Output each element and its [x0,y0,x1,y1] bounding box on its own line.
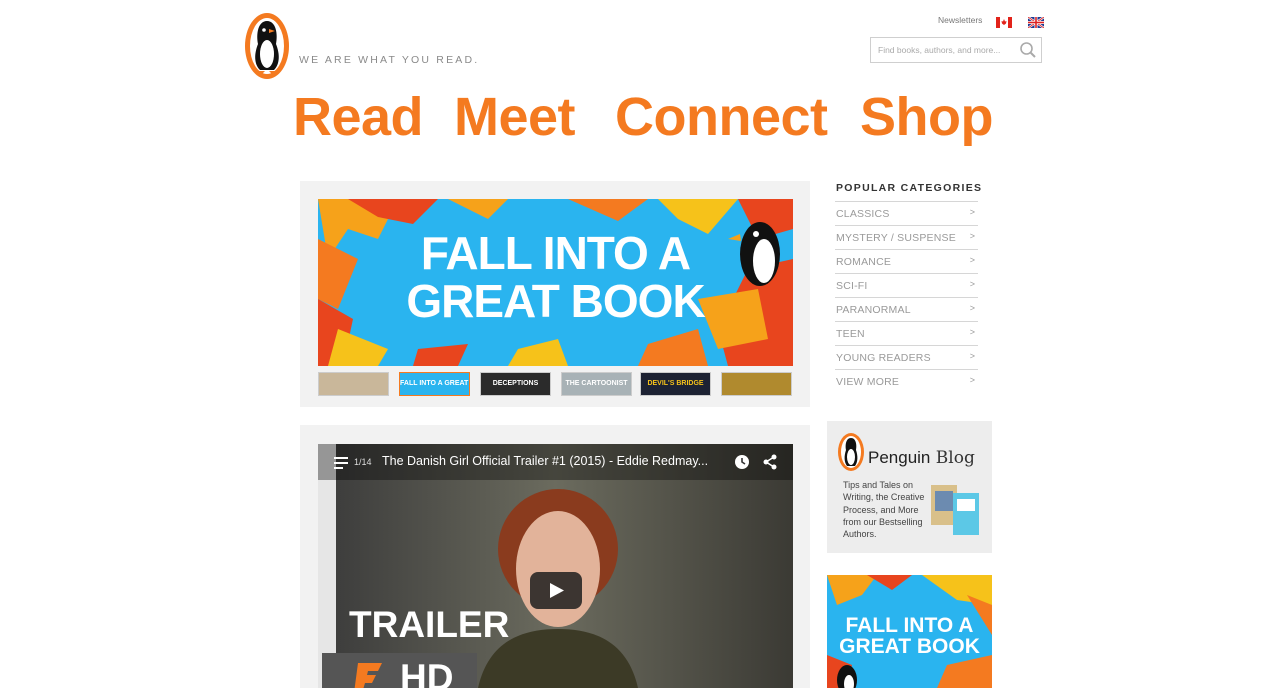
nav-meet[interactable]: Meet [454,86,576,148]
book-covers-image [931,481,981,542]
chevron-right-icon: > [969,303,975,313]
canada-flag-icon[interactable] [996,15,1012,28]
video-player[interactable]: 1/14 The Danish Girl Official Trailer #1… [318,444,793,688]
category-classics[interactable]: CLASSICS > [835,202,978,226]
chevron-right-icon: > [969,375,975,385]
categories-heading: POPULAR CATEGORIES [836,182,983,194]
category-sci-fi[interactable]: SCI-FI > [835,274,978,298]
search-box [870,37,1042,63]
category-mystery-suspense[interactable]: MYSTERY / SUSPENSE > [835,226,978,250]
chevron-right-icon: > [969,351,975,361]
category-young-readers[interactable]: YOUNG READERS > [835,346,978,370]
search-input[interactable] [878,39,1018,61]
hero-headline-line2: GREAT BOOK [406,275,705,327]
category-view-more[interactable]: VIEW MORE > [835,370,978,393]
category-paranormal[interactable]: PARANORMAL > [835,298,978,322]
category-teen[interactable]: TEEN > [835,322,978,346]
carousel-thumbnail[interactable]: DEVIL'S BRIDGE [640,372,711,396]
fandango-logo-icon [352,659,386,688]
carousel-hero-banner[interactable]: FALL INTO A GREAT BOOK [318,199,793,366]
hd-badge: HD [322,653,477,688]
play-button[interactable] [530,572,582,614]
nav-shop[interactable]: Shop [860,86,993,148]
categories-list: CLASSICS > MYSTERY / SUSPENSE > ROMANCE > S… [835,201,978,393]
penguin-logo[interactable] [244,12,290,80]
search-icon[interactable] [1019,41,1037,59]
chevron-right-icon: > [969,255,975,265]
blog-description: Tips and Tales on Writing, the Creative … [843,480,925,540]
nav-read[interactable]: Read [293,86,424,148]
newsletters-link[interactable]: Newsletters [938,15,982,25]
uk-flag-icon[interactable] [1027,15,1045,29]
chevron-right-icon: > [969,207,975,217]
playlist-count: 1/14 [354,457,372,467]
playlist-icon[interactable] [334,456,348,474]
promo-line1: FALL INTO A [845,614,974,637]
watch-later-icon[interactable] [734,454,750,475]
tagline: WE ARE WHAT YOU READ. [299,54,480,66]
carousel-thumbnail[interactable]: FALL INTO A GREAT BOOK [399,372,470,396]
category-romance[interactable]: ROMANCE > [835,250,978,274]
carousel-thumbnail[interactable] [721,372,792,396]
blog-title: Penguin Blog [868,448,975,468]
video-title[interactable]: The Danish Girl Official Trailer #1 (201… [382,454,708,468]
fall-into-a-great-book-promo[interactable]: FALL INTO A GREAT BOOK [827,575,992,688]
share-icon[interactable] [762,454,778,475]
promo-line2: GREAT BOOK [839,635,980,658]
trailer-label: TRAILER [349,604,510,645]
carousel-thumbnail[interactable] [318,372,389,396]
carousel-thumbnail[interactable]: THE CARTOONIST [561,372,632,396]
nav-connect[interactable]: Connect [615,86,828,148]
penguin-logo-icon [837,432,865,477]
chevron-right-icon: > [969,279,975,289]
hero-headline-line1: FALL INTO A [420,227,691,279]
penguin-blog-promo[interactable]: Penguin Blog Tips and Tales on Writing, … [827,421,992,553]
chevron-right-icon: > [969,231,975,241]
carousel-thumbnail[interactable]: DECEPTIONS [480,372,551,396]
chevron-right-icon: > [969,327,975,337]
